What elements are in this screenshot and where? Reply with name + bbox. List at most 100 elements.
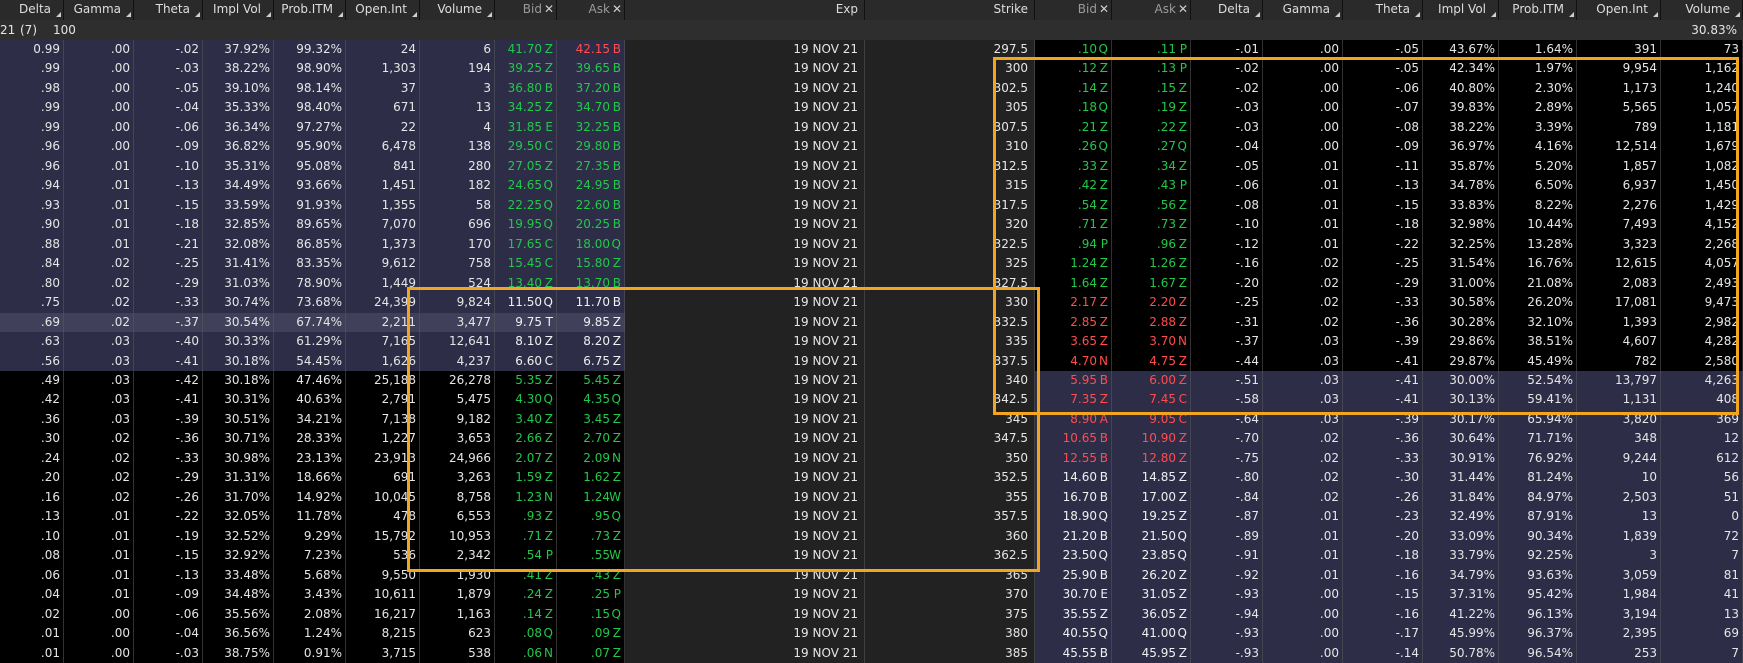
put-ask[interactable]: .96 Z — [1112, 234, 1191, 255]
column-header[interactable]: Impl Vol — [1423, 0, 1499, 20]
table-row[interactable]: .13.01 -.22 32.05% 11.78% 478 6,553.93 Z .95 Q 19… — [0, 507, 1743, 527]
put-ask[interactable]: 7.45 C — [1112, 390, 1191, 410]
call-ask[interactable]: 34.70 B — [557, 98, 625, 118]
call-bid[interactable]: .41 Z — [495, 565, 557, 586]
put-ask[interactable]: 1.67 Z — [1112, 273, 1191, 294]
put-ask[interactable]: 21.50 Q — [1112, 526, 1191, 547]
call-ask[interactable]: 15.80 Z — [557, 254, 625, 274]
call-bid[interactable]: 41.70 Z — [495, 40, 557, 60]
put-bid[interactable]: .21 Z — [1035, 117, 1112, 138]
call-ask[interactable]: 37.20 B — [557, 78, 625, 99]
put-ask[interactable]: 23.85 Q — [1112, 546, 1191, 566]
table-row[interactable]: .63.03 -.40 30.33% 61.29% 7,165 12,641 8.10 Z 8.… — [0, 332, 1743, 352]
call-bid[interactable]: 1.59 Z — [495, 468, 557, 488]
column-header[interactable]: Gamma — [64, 0, 134, 20]
put-bid[interactable]: 2.17 Z — [1035, 293, 1112, 313]
put-bid[interactable]: 16.70 B — [1035, 487, 1112, 508]
call-ask[interactable]: 39.65 B — [557, 59, 625, 79]
put-ask[interactable]: 19.25 Z — [1112, 507, 1191, 527]
call-ask[interactable]: 27.35 B — [557, 156, 625, 177]
call-bid[interactable]: .54 P — [495, 546, 557, 566]
table-row[interactable]: .69.02 -.37 30.54% 67.74% 2,211 3,477 9.75 T 9.8… — [0, 312, 1743, 333]
put-bid[interactable]: .26 Q — [1035, 137, 1112, 157]
table-row[interactable]: .20.02 -.29 31.31% 18.66% 691 3,263 1.59 Z 1.62 Z… — [0, 468, 1743, 488]
call-bid[interactable]: 4.30 Q — [495, 390, 557, 410]
table-row[interactable]: .06.01 -.13 33.48% 5.68% 9,550 1,930.41 Z .43 Z 1… — [0, 565, 1743, 586]
put-bid[interactable]: 7.35 Z — [1035, 390, 1112, 410]
call-bid[interactable]: .24 Z — [495, 585, 557, 605]
put-bid[interactable]: 1.64 Z — [1035, 273, 1112, 294]
call-ask[interactable]: 5.45 Z — [557, 370, 625, 391]
column-header[interactable]: Bid ✕ — [495, 0, 557, 20]
call-ask[interactable]: 42.15 B — [557, 40, 625, 60]
table-row[interactable]: .96.01 -.10 35.31% 95.08% 841 280 27.05 Z 27.35 B… — [0, 156, 1743, 177]
table-row[interactable]: .16.02 -.26 31.70% 14.92% 10,045 8,758 1.23 N 1.… — [0, 487, 1743, 508]
table-row[interactable]: .75.02 -.33 30.74% 73.68% 24,399 9,824 11.50 Q 1… — [0, 293, 1743, 313]
call-bid[interactable]: 13.40 Z — [495, 273, 557, 294]
put-ask[interactable]: 45.95 Z — [1112, 643, 1191, 663]
call-bid[interactable]: 8.10 Z — [495, 332, 557, 352]
column-header[interactable]: Volume — [420, 0, 495, 20]
table-row[interactable]: .36.03 -.39 30.51% 34.21% 7,138 9,182 3.40 Z 3.4… — [0, 409, 1743, 430]
table-row[interactable]: .30.02 -.36 30.71% 28.33% 1,227 3,653 2.66 Z 2.7… — [0, 429, 1743, 449]
put-ask[interactable]: .73 Z — [1112, 215, 1191, 235]
table-row[interactable]: .90.01 -.18 32.85% 89.65% 7,070 696 19.95 Q 20.2… — [0, 215, 1743, 235]
table-row[interactable]: .08.01 -.15 32.92% 7.23% 536 2,342.54 P .55 W 19 … — [0, 546, 1743, 566]
put-ask[interactable]: 26.20 Z — [1112, 565, 1191, 586]
put-ask[interactable]: 12.80 Z — [1112, 448, 1191, 469]
put-bid[interactable]: .71 Z — [1035, 215, 1112, 235]
call-ask[interactable]: 1.62 Z — [557, 468, 625, 488]
column-header[interactable]: Bid ✕ — [1035, 0, 1112, 20]
put-ask[interactable]: 36.05 Z — [1112, 604, 1191, 625]
put-bid[interactable]: 45.55 B — [1035, 643, 1112, 663]
table-row[interactable]: .24.02 -.33 30.98% 23.13% 23,913 24,966 2.07 Z 2… — [0, 448, 1743, 469]
table-row[interactable]: .01.00 -.03 38.75% 0.91% 3,715 538.06 N .07 Z 19 … — [0, 643, 1743, 663]
table-row[interactable]: .80.02 -.29 31.03% 78.90% 1,449 524 13.40 Z 13.7… — [0, 273, 1743, 294]
call-bid[interactable]: 2.07 Z — [495, 448, 557, 469]
put-bid[interactable]: 4.70 N — [1035, 351, 1112, 371]
call-ask[interactable]: 6.75 Z — [557, 351, 625, 371]
table-row[interactable]: .04.01 -.09 34.48% 3.43% 10,611 1,879.24 Z .25 P… — [0, 585, 1743, 605]
column-header[interactable]: Delta — [0, 0, 64, 20]
close-column-icon[interactable]: ✕ — [612, 2, 622, 16]
put-bid[interactable]: 14.60 B — [1035, 468, 1112, 488]
table-row[interactable]: 0.99.00 -.02 37.92% 99.32% 24 6 41.70 Z 42.15 B 19… — [0, 40, 1743, 60]
table-row[interactable]: .96.00 -.09 36.82% 95.90% 6,478 138 29.50 C 29.8… — [0, 137, 1743, 157]
put-bid[interactable]: .18 Q — [1035, 98, 1112, 118]
put-bid[interactable]: 10.65 B — [1035, 429, 1112, 449]
put-ask[interactable]: 1.26 Z — [1112, 254, 1191, 274]
put-bid[interactable]: .33 Z — [1035, 156, 1112, 177]
call-bid[interactable]: .71 Z — [495, 526, 557, 547]
put-ask[interactable]: 17.00 Z — [1112, 487, 1191, 508]
put-bid[interactable]: 3.65 Z — [1035, 332, 1112, 352]
close-column-icon[interactable]: ✕ — [1099, 2, 1109, 16]
table-row[interactable]: .88.01 -.21 32.08% 86.85% 1,373 170 17.65 C 18.0… — [0, 234, 1743, 255]
put-ask[interactable]: 6.00 Z — [1112, 370, 1191, 391]
call-bid[interactable]: 19.95 Q — [495, 215, 557, 235]
call-bid[interactable]: 22.25 Q — [495, 195, 557, 216]
put-ask[interactable]: .11 P — [1112, 40, 1191, 60]
table-row[interactable]: .99.00 -.03 38.22% 98.90% 1,303 194 39.25 Z 39.6… — [0, 59, 1743, 79]
call-ask[interactable]: 22.60 B — [557, 195, 625, 216]
table-row[interactable]: .10.01 -.19 32.52% 9.29% 15,792 10,953.71 Z .73… — [0, 526, 1743, 547]
call-ask[interactable]: 2.70 Z — [557, 429, 625, 449]
table-row[interactable]: .49.03 -.42 30.18% 47.46% 25,188 26,278 5.35 Z 5… — [0, 370, 1743, 391]
put-bid[interactable]: 30.70 E — [1035, 585, 1112, 605]
table-row[interactable]: .56.03 -.41 30.18% 54.45% 1,626 4,237 6.60 C 6.7… — [0, 351, 1743, 371]
call-ask[interactable]: 13.70 B — [557, 273, 625, 294]
column-header[interactable]: Strike — [865, 0, 1035, 20]
put-bid[interactable]: 35.55 Z — [1035, 604, 1112, 625]
put-ask[interactable]: .19 Z — [1112, 98, 1191, 118]
call-bid[interactable]: 15.45 C — [495, 254, 557, 274]
call-bid[interactable]: .93 Z — [495, 507, 557, 527]
table-row[interactable]: .01.00 -.04 36.56% 1.24% 8,215 623.08 Q .09 Z 19 … — [0, 624, 1743, 644]
table-row[interactable]: .98.00 -.05 39.10% 98.14% 37 3 36.80 B 37.20 B 19 … — [0, 78, 1743, 99]
put-bid[interactable]: .14 Z — [1035, 78, 1112, 99]
call-bid[interactable]: .08 Q — [495, 624, 557, 644]
put-bid[interactable]: 8.90 A — [1035, 409, 1112, 430]
call-ask[interactable]: 2.09 N — [557, 448, 625, 469]
call-bid[interactable]: 36.80 B — [495, 78, 557, 99]
put-bid[interactable]: 12.55 B — [1035, 448, 1112, 469]
table-row[interactable]: .93.01 -.15 33.59% 91.93% 1,355 58 22.25 Q 22.60… — [0, 195, 1743, 216]
call-ask[interactable]: .25 P — [557, 585, 625, 605]
